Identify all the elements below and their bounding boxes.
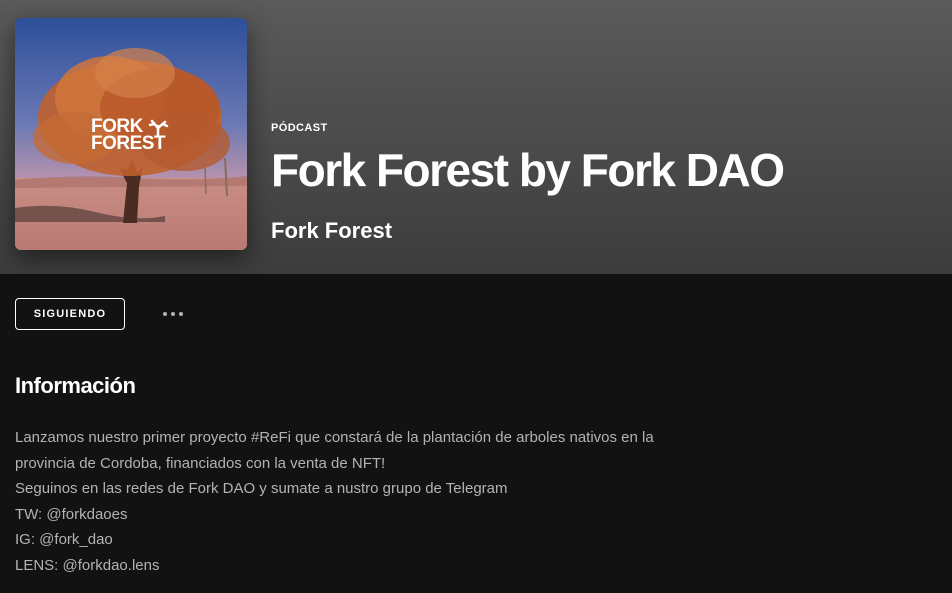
info-heading: Información [15,373,136,398]
more-dot [163,312,167,316]
follow-button[interactable]: SIGUIENDO [15,298,125,330]
podcast-page: FORK FOREST PÓDCAST Fork Forest by Fork … [0,0,952,593]
action-bar: SIGUIENDO [15,298,415,330]
description-line: TW: @forkdaoes [15,505,128,523]
description-line: LENS: @forkdao.lens [15,556,160,574]
podcast-description: Lanzamos nuestro primer proyecto #ReFi q… [15,425,735,578]
content-type-label: PÓDCAST [271,122,328,134]
description-line: Seguinos en las redes de Fork DAO y suma… [15,480,508,497]
more-dot [171,312,175,316]
more-options-icon[interactable] [153,302,193,326]
cover-logo-text-line2: FOREST [91,133,166,154]
podcast-header: FORK FOREST PÓDCAST Fork Forest by Fork … [0,0,952,274]
description-line: provincia de Cordoba, financiados con la… [15,454,386,472]
more-dot [179,312,183,316]
description-line: Lanzamos nuestro primer proyecto #ReFi q… [15,429,654,446]
publisher-link[interactable]: Fork Forest [271,218,392,244]
podcast-cover-art: FORK FOREST [15,18,247,250]
podcast-title: Fork Forest by Fork DAO [271,144,785,196]
cover-image: FORK FOREST [15,18,247,250]
description-line: IG: @fork_dao [15,531,113,548]
